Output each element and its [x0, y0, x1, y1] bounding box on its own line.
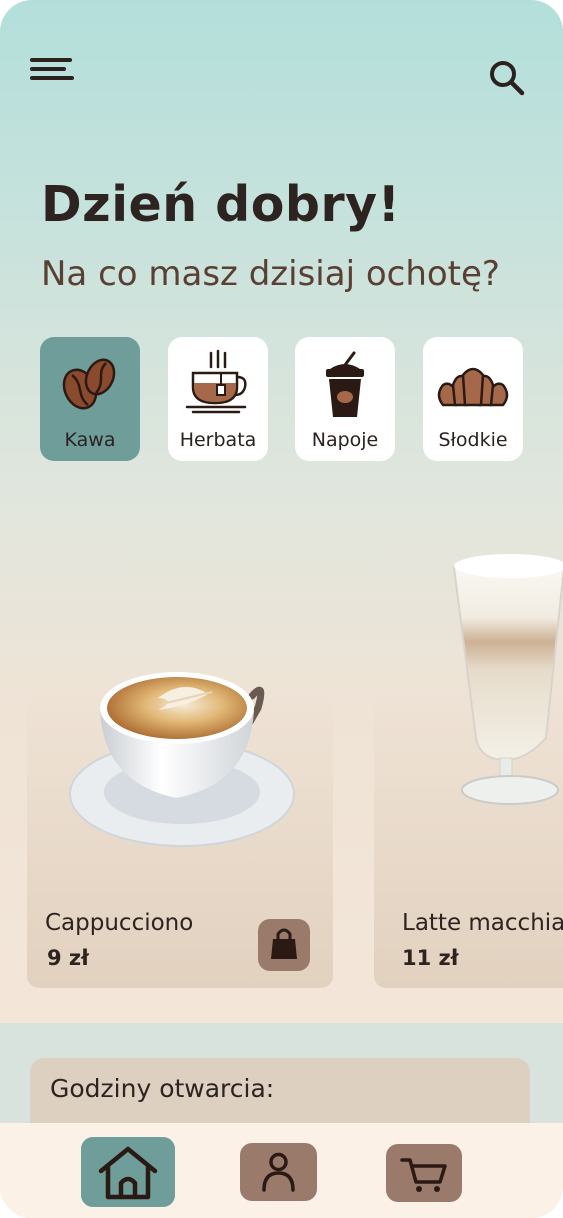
croissant-icon — [437, 367, 509, 407]
search-button[interactable] — [484, 56, 528, 100]
latte-glass-image — [452, 554, 563, 805]
category-label: Kawa — [64, 429, 116, 451]
shopping-bag-icon — [271, 928, 297, 959]
category-label: Herbata — [179, 429, 257, 451]
menu-line — [30, 58, 72, 62]
cart-icon — [400, 1158, 447, 1192]
category-slodkie[interactable]: Słodkie — [423, 337, 523, 461]
menu-button[interactable] — [28, 56, 76, 86]
greeting-subtitle: Na co masz dzisiaj ochotę? — [41, 254, 500, 294]
menu-line — [30, 76, 74, 80]
category-label: Słodkie — [438, 429, 508, 451]
nav-profile[interactable] — [240, 1143, 317, 1201]
category-herbata[interactable]: Herbata — [168, 337, 268, 461]
home-icon — [98, 1146, 158, 1200]
category-kawa[interactable]: Kawa — [40, 337, 140, 461]
category-label: Napoje — [311, 429, 379, 451]
product-name: Cappucciono — [45, 910, 194, 936]
category-napoje[interactable]: Napoje — [295, 337, 395, 461]
app-screen: Dzień dobry! Na co masz dzisiaj ochotę? … — [0, 0, 563, 1218]
product-name: Latte macchiato — [402, 910, 563, 936]
user-icon — [262, 1152, 295, 1192]
menu-line — [30, 67, 66, 71]
opening-hours-title: Godziny otwarcia: — [50, 1074, 275, 1103]
cappuccino-cup-image — [69, 672, 295, 847]
nav-home[interactable] — [81, 1137, 175, 1207]
nav-cart[interactable] — [386, 1144, 462, 1202]
coffee-beans-icon — [62, 358, 116, 410]
drink-cup-icon — [326, 351, 364, 417]
add-to-bag-button[interactable] — [258, 919, 310, 971]
greeting-title: Dzień dobry! — [41, 176, 401, 233]
search-icon — [490, 61, 525, 96]
product-price: 9 zł — [47, 946, 89, 970]
tea-cup-icon — [185, 349, 247, 414]
product-price: 11 zł — [402, 946, 459, 970]
